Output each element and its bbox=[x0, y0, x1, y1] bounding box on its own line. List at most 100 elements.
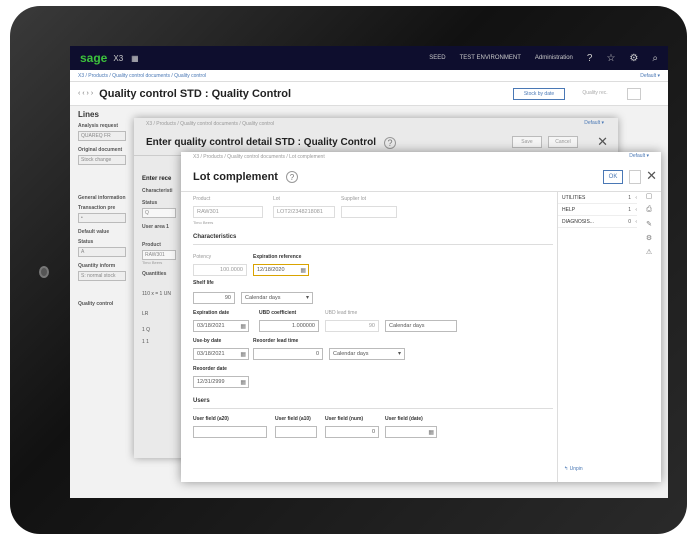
more-button[interactable] bbox=[627, 88, 641, 100]
close-icon[interactable]: ✕ bbox=[597, 134, 608, 150]
page-header: ‹ ‹ › › Quality control STD : Quality Co… bbox=[70, 82, 668, 106]
analysis-request-field[interactable]: QUAREQ FR bbox=[78, 131, 126, 141]
help-icon[interactable]: ? bbox=[285, 170, 298, 183]
grid-row-a[interactable]: 1 Q bbox=[142, 327, 178, 333]
product-field[interactable]: RAW301 bbox=[193, 206, 263, 218]
print-icon[interactable]: ⎙ bbox=[641, 206, 657, 220]
reorder-lead-time-field[interactable]: 0 bbox=[253, 348, 323, 360]
user-field-num-input[interactable]: 0 bbox=[325, 426, 379, 438]
topbar-link-seed[interactable]: SEED bbox=[429, 55, 445, 61]
dialog-breadcrumb[interactable]: X3 / Products / Quality control document… bbox=[181, 152, 661, 162]
help-icon[interactable]: ? bbox=[384, 136, 397, 149]
breadcrumb-path[interactable]: X3 / Products / Quality control document… bbox=[78, 73, 206, 79]
divider bbox=[193, 408, 553, 409]
lot-label: Lot bbox=[273, 196, 280, 202]
topbar-link-env[interactable]: TEST ENVIRONMENT bbox=[460, 55, 521, 61]
quantity-info-field[interactable]: S: normal stock bbox=[78, 271, 126, 281]
user-field-date-input[interactable]: ▦ bbox=[385, 426, 437, 438]
dialog-breadcrumb[interactable]: X3 / Products / Quality control document… bbox=[134, 118, 618, 130]
calendar-icon[interactable]: ▦ bbox=[240, 322, 246, 333]
more-button[interactable] bbox=[629, 170, 641, 184]
edit-icon[interactable]: ✎ bbox=[641, 220, 657, 234]
grid-icon[interactable]: ▦ bbox=[131, 54, 139, 63]
cancel-button[interactable]: Cancel bbox=[548, 136, 578, 148]
lot-form: Product RAW301 Timo Beers Lot LOT2/23482… bbox=[181, 192, 557, 482]
side-item-utilities[interactable]: UTILITIES 1 ‹ bbox=[558, 192, 637, 204]
square-icon[interactable]: ▢ bbox=[641, 192, 657, 206]
expiration-reference-label: Expiration reference bbox=[253, 254, 302, 260]
topbar-link-admin[interactable]: Administration bbox=[535, 55, 573, 61]
dialog-default-menu[interactable]: Default ▾ bbox=[584, 120, 604, 126]
calendar-icon[interactable]: ▦ bbox=[240, 350, 246, 361]
transaction-field[interactable]: • bbox=[78, 213, 126, 223]
chevron-left-icon: ‹ bbox=[635, 207, 637, 213]
calendar-icon[interactable]: ▦ bbox=[240, 378, 246, 389]
use-by-date-field[interactable]: 03/18/2021 ▦ bbox=[193, 348, 249, 360]
supplier-lot-field[interactable] bbox=[341, 206, 397, 218]
app-screen: sage X3 ▦ SEED TEST ENVIRONMENT Administ… bbox=[70, 46, 668, 498]
unpin-button[interactable]: ↰ Unpin bbox=[564, 466, 583, 472]
quantity-value: 110 x = 1 UN bbox=[142, 291, 171, 297]
reorder-lead-time-unit-select[interactable]: Calendar days ▾ bbox=[329, 348, 405, 360]
original-document-label: Original document bbox=[78, 147, 123, 153]
left-panel: Lines Analysis request QUAREQ FR Origina… bbox=[78, 110, 138, 490]
default-value-label: Default value bbox=[78, 229, 110, 235]
product-label: Product bbox=[193, 196, 211, 202]
dialog-title: Enter quality control detail STD : Quali… bbox=[146, 137, 377, 148]
chevron-left-icon: ‹ bbox=[635, 195, 637, 201]
settings-icon[interactable]: ⚙ bbox=[629, 53, 638, 64]
user-field-num-label: User field (num) bbox=[325, 416, 364, 422]
search-icon[interactable]: ⌕ bbox=[652, 53, 658, 64]
reorder-date-field[interactable]: 12/31/2999 ▦ bbox=[193, 376, 249, 388]
alert-icon[interactable]: ⚠ bbox=[641, 248, 657, 262]
settings-icon[interactable]: ⚙ bbox=[641, 234, 657, 248]
nav-arrows-icon[interactable]: ‹ ‹ › › bbox=[78, 90, 93, 97]
quality-rec-button[interactable]: Quality rec. bbox=[570, 88, 620, 100]
dialog-title: Lot complement bbox=[193, 170, 278, 183]
side-item-count: 1 bbox=[628, 207, 631, 213]
general-information-label: General information bbox=[78, 195, 126, 201]
reorder-lead-time-label: Reoorder lead time bbox=[253, 338, 299, 344]
page-title: Quality control STD : Quality Control bbox=[99, 87, 292, 100]
default-menu[interactable]: Default ▾ bbox=[640, 70, 660, 82]
lot-field[interactable]: LOT2/2348218081 bbox=[273, 206, 335, 218]
grid-row-b[interactable]: 1 1 bbox=[142, 339, 178, 345]
dialog-default-menu[interactable]: Default ▾ bbox=[629, 153, 649, 159]
status-field[interactable]: Q bbox=[142, 208, 176, 218]
help-icon[interactable]: ? bbox=[587, 53, 593, 64]
side-item-count: 1 bbox=[628, 195, 631, 201]
ubd-lead-time-field[interactable]: 90 bbox=[325, 320, 379, 332]
characteristics-heading: Characteristics bbox=[193, 234, 237, 240]
status-field[interactable]: A bbox=[78, 247, 126, 257]
stock-by-date-button[interactable]: Stock by date bbox=[513, 88, 565, 100]
side-item-diagnosis[interactable]: DIAGNOSIS... 0 ‹ bbox=[558, 216, 637, 228]
side-item-label: UTILITIES bbox=[562, 195, 586, 201]
save-button[interactable]: Save bbox=[512, 136, 542, 148]
ubd-coefficient-field[interactable]: 1.000000 bbox=[259, 320, 319, 332]
transaction-label: Transaction pre bbox=[78, 205, 116, 211]
user-field-a10-label: User field (a10) bbox=[275, 416, 311, 422]
characteristics-label: Characteristi bbox=[142, 188, 173, 194]
ubd-lead-time-unit[interactable]: Calendar days bbox=[385, 320, 457, 332]
expiration-date-field[interactable]: 03/18/2021 ▦ bbox=[193, 320, 249, 332]
user-field-a20-input[interactable] bbox=[193, 426, 267, 438]
user-area-label: User area 1 bbox=[142, 224, 169, 230]
shelf-life-unit-select[interactable]: Calendar days ▾ bbox=[241, 292, 313, 304]
close-icon[interactable]: ✕ bbox=[646, 168, 657, 184]
side-item-count: 0 bbox=[628, 219, 631, 225]
sage-logo[interactable]: sage bbox=[80, 51, 107, 65]
star-icon[interactable]: ☆ bbox=[606, 53, 615, 64]
expiration-reference-field[interactable]: 12/18/2020 ▦ bbox=[253, 264, 309, 276]
ok-button[interactable]: OK bbox=[603, 170, 623, 184]
calendar-icon[interactable]: ▦ bbox=[300, 266, 306, 277]
user-field-a20-label: User field (a20) bbox=[193, 416, 229, 422]
side-item-help[interactable]: HELP 1 ‹ bbox=[558, 204, 637, 216]
user-field-a10-input[interactable] bbox=[275, 426, 317, 438]
potency-field[interactable]: 100.0000 bbox=[193, 264, 247, 276]
original-document-field[interactable]: Stock change bbox=[78, 155, 126, 165]
quantities-label: Quantities bbox=[142, 271, 167, 277]
shelf-life-field[interactable]: 90 bbox=[193, 292, 235, 304]
calendar-icon[interactable]: ▦ bbox=[428, 428, 434, 439]
product-field[interactable]: RAW301 bbox=[142, 250, 176, 260]
supplier-lot-label: Supplier lot bbox=[341, 196, 367, 202]
